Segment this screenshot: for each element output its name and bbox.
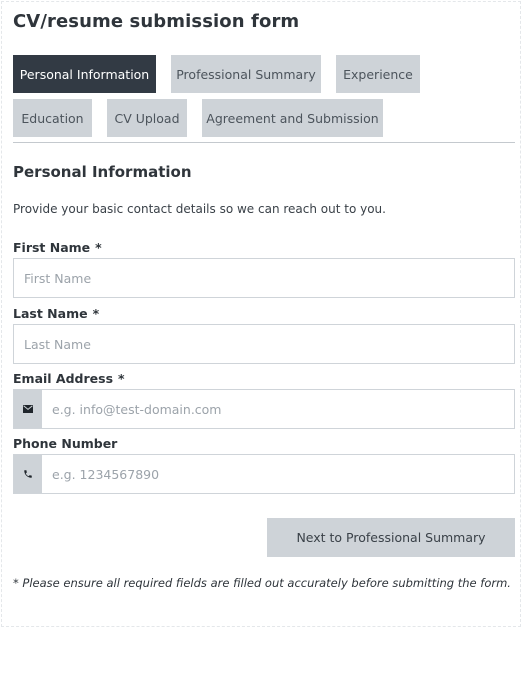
first-name-label-text: First Name <box>13 240 91 255</box>
first-name-label: First Name * <box>13 240 102 255</box>
tab-cv-upload[interactable]: CV Upload <box>107 99 187 137</box>
required-fields-note: * Please ensure all required fields are … <box>13 576 511 590</box>
phone-label-text: Phone Number <box>13 436 118 451</box>
tab-personal-information[interactable]: Personal Information <box>13 55 156 93</box>
tabs-divider <box>13 142 515 143</box>
required-asterisk: * <box>118 371 125 386</box>
email-field-group <box>13 389 515 429</box>
phone-label: Phone Number <box>13 436 117 451</box>
envelope-icon <box>14 390 42 428</box>
email-input[interactable] <box>42 390 514 428</box>
email-label-text: Email Address <box>13 371 114 386</box>
form-title: CV/resume submission form <box>13 11 300 32</box>
required-asterisk: * <box>95 240 102 255</box>
tab-professional-summary[interactable]: Professional Summary <box>171 55 321 93</box>
phone-input[interactable] <box>42 455 514 493</box>
next-to-professional-summary-button[interactable]: Next to Professional Summary <box>267 518 515 557</box>
tab-agreement-and-submission[interactable]: Agreement and Submission <box>202 99 383 137</box>
section-heading: Personal Information <box>13 163 192 181</box>
last-name-input[interactable] <box>13 324 515 364</box>
last-name-label-text: Last Name <box>13 306 88 321</box>
required-asterisk: * <box>92 306 100 321</box>
tab-experience[interactable]: Experience <box>336 55 420 93</box>
first-name-input[interactable] <box>13 258 515 298</box>
tab-education[interactable]: Education <box>13 99 92 137</box>
phone-icon <box>14 455 42 493</box>
email-label: Email Address * <box>13 371 125 386</box>
section-description: Provide your basic contact details so we… <box>13 202 386 216</box>
phone-field-group <box>13 454 515 494</box>
last-name-label: Last Name * <box>13 306 99 321</box>
